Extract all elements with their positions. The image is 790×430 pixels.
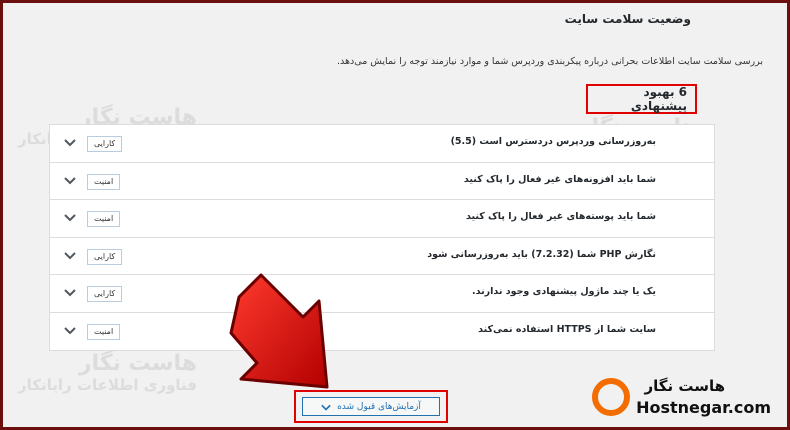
issue-title: یک یا چند ماژول پیشنهادی وجود ندارند. [472,286,656,297]
chevron-down-icon[interactable] [64,211,76,223]
issue-badge: کارایی [87,248,123,265]
passed-tests-button[interactable]: آزمایش‌های قبول شده [302,397,440,416]
screenshot-frame: هاست نگار فناوری اطلاعات رایانکار هاست ن… [0,0,790,430]
issue-badge: کارایی [87,136,123,152]
chevron-down-icon[interactable] [64,286,76,298]
issue-badge: امنیت [87,211,121,227]
issue-row-wordpress-update[interactable]: به‌روزرسانی وردپرس دردسترس است (5.5) کار… [50,125,714,163]
chevron-down-icon[interactable] [64,136,76,148]
improvements-count: 6 بهبود پیشنهادی [630,85,687,113]
issue-row-inactive-themes[interactable]: شما باید پوسته‌های غیر فعال را پاک کنید … [50,200,714,238]
pointer-arrow-icon [229,273,329,389]
issue-row-inactive-plugins[interactable]: شما باید افزونه‌های غیر فعال را پاک کنید… [50,163,714,200]
chevron-down-icon[interactable] [64,249,76,261]
watermark-line1: هاست نگار [78,351,197,376]
logo-text-en: Hostnegar.com [636,398,771,417]
issue-badge: امنیت [87,323,121,340]
issue-badge: کارایی [87,286,123,302]
issue-badge: امنیت [87,173,121,190]
page-description: بررسی سلامت سایت اطلاعات بحرانی درباره پ… [337,56,763,67]
chevron-down-icon[interactable] [64,324,76,336]
logo-text-fa: هاست نگار [644,377,725,395]
logo-ring-icon [592,378,630,416]
accept-button-highlight: آزمایش‌های قبول شده [294,390,448,423]
passed-tests-label: آزمایش‌های قبول شده [337,401,421,412]
chevron-down-icon [321,404,331,411]
issue-row-https[interactable]: سایت شما از HTTPS استفاده نمی‌کند امنیت [50,313,714,351]
chevron-down-icon[interactable] [64,174,76,186]
issue-title: نگارش PHP شما (7.2.32) باید به‌روزرسانی … [427,248,656,260]
improvements-count-highlight: 6 بهبود پیشنهادی [586,84,697,114]
page-title: وضعیت سلامت سایت [564,12,691,26]
hostnegar-logo: هاست نگار Hostnegar.com [591,374,771,424]
issue-title: سایت شما از HTTPS استفاده نمی‌کند [478,323,656,335]
issue-row-php-modules[interactable]: یک یا چند ماژول پیشنهادی وجود ندارند. کا… [50,275,714,313]
issue-title: شما باید افزونه‌های غیر فعال را پاک کنید [463,173,656,185]
issue-title: به‌روزرسانی وردپرس دردسترس است (5.5) [450,136,656,147]
issue-title: شما باید پوسته‌های غیر فعال را پاک کنید [465,211,656,222]
issues-list: به‌روزرسانی وردپرس دردسترس است (5.5) کار… [49,124,715,351]
watermark: هاست نگار فناوری اطلاعات رایانکار [18,351,197,394]
issue-row-php-version[interactable]: نگارش PHP شما (7.2.32) باید به‌روزرسانی … [50,238,714,275]
watermark-line2: فناوری اطلاعات رایانکار [17,376,197,394]
